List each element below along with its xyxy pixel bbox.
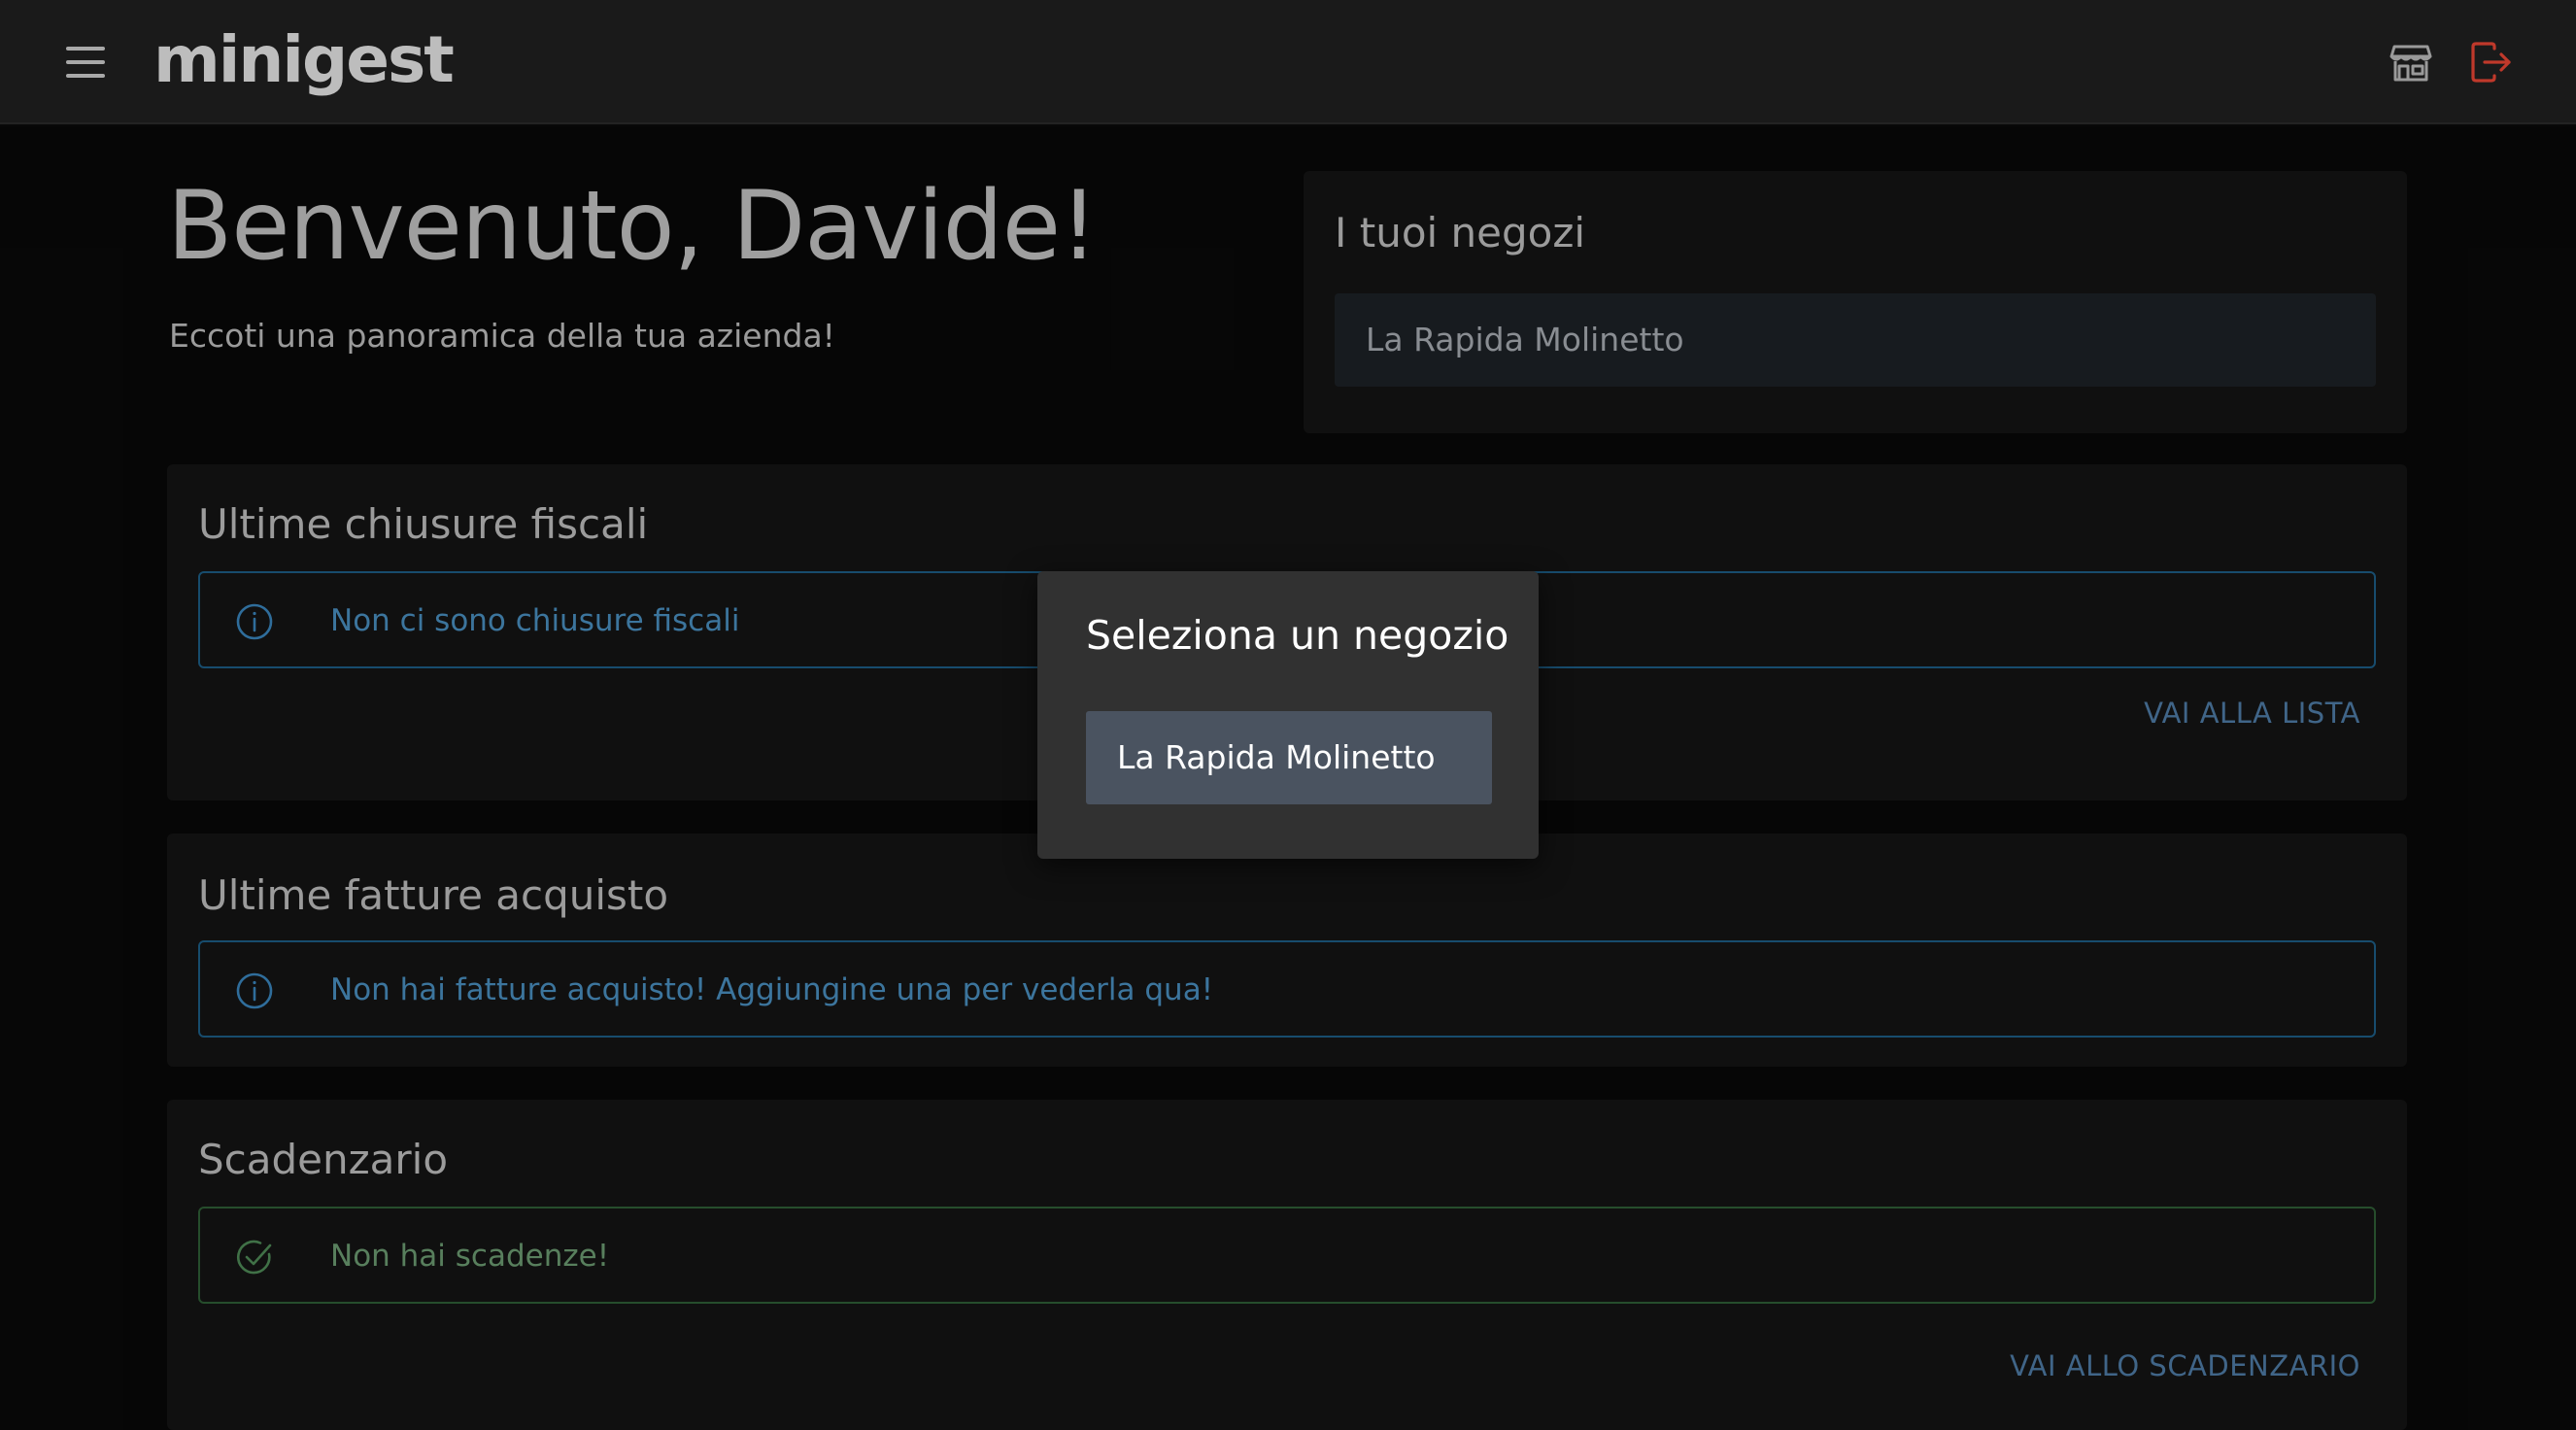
select-store-modal: Seleziona un negozio La Rapida Molinetto [1037,571,1539,859]
store-icon[interactable] [2388,39,2434,85]
menu-line [66,74,105,78]
modal-store-option[interactable]: La Rapida Molinetto [1086,711,1492,804]
top-bar: minigest [0,0,2576,124]
menu-line [66,60,105,64]
modal-title: Seleziona un negozio [1086,612,1509,659]
hamburger-menu-icon[interactable] [66,47,105,78]
logout-icon[interactable] [2467,39,2514,85]
app-logo: minigest [153,22,455,97]
menu-line [66,47,105,51]
modal-store-option-label: La Rapida Molinetto [1117,738,1436,776]
